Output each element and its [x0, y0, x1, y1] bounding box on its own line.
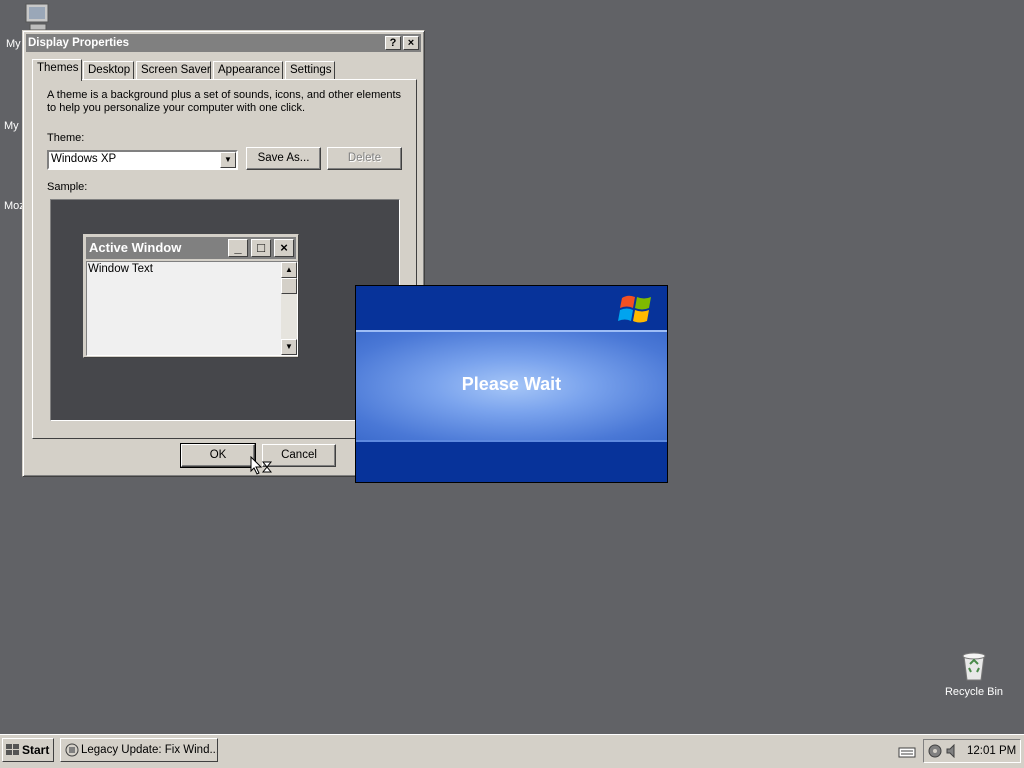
network-icon[interactable]	[928, 744, 942, 758]
system-tray: 12:01 PM	[923, 739, 1021, 763]
tab-desktop[interactable]: Desktop	[83, 61, 134, 80]
scroll-thumb	[281, 278, 297, 294]
windows-logo-icon	[618, 295, 651, 323]
theme-select-value: Windows XP	[51, 153, 117, 165]
save-as-button[interactable]: Save As...	[246, 147, 321, 170]
taskbar: Start Legacy Update: Fix Wind... 12:01 P…	[0, 734, 1024, 768]
busy-cursor-icon	[250, 456, 273, 475]
recycle-bin-icon	[962, 652, 986, 681]
recycle-bin-label: Recycle Bin	[944, 686, 1004, 698]
tab-appearance[interactable]: Appearance	[213, 61, 283, 80]
delete-button[interactable]: Delete	[327, 147, 402, 170]
sample-window-title: Active Window	[89, 240, 182, 255]
themes-description: A theme is a background plus a set of so…	[47, 89, 402, 114]
please-wait-dialog: Please Wait	[355, 285, 668, 483]
window-titlebar[interactable]: Display Properties ? ×	[26, 34, 421, 52]
my-computer-icon	[25, 3, 49, 31]
tab-settings[interactable]: Settings	[285, 61, 335, 80]
sample-label: Sample:	[47, 181, 88, 193]
taskbar-item-label: Legacy Update: Fix Wind...	[81, 744, 218, 756]
sample-window-body: Window Text ▲ ▼	[86, 261, 298, 356]
desktop-icon-my-computer[interactable]	[22, 3, 56, 33]
theme-label: Theme:	[47, 132, 85, 144]
maximize-icon: □	[251, 239, 271, 257]
minimize-icon: _	[228, 239, 248, 257]
window-title: Display Properties	[28, 37, 129, 49]
close-icon: ×	[274, 239, 294, 257]
desktop-icon-recycle-bin[interactable]: Recycle Bin	[940, 648, 1008, 700]
theme-sample-preview: Active Window _ □ × Window Text ▲ ▼	[50, 199, 400, 421]
please-wait-text: Please Wait	[461, 374, 562, 394]
chevron-down-icon[interactable]: ▼	[220, 152, 236, 168]
help-button[interactable]: ?	[385, 36, 401, 50]
ok-button[interactable]: OK	[180, 443, 256, 468]
theme-select[interactable]: Windows XP ▼	[47, 150, 238, 170]
clock[interactable]: 12:01 PM	[967, 740, 1016, 762]
scroll-down-icon: ▼	[281, 339, 297, 355]
tab-themes[interactable]: Themes	[32, 59, 82, 81]
windows-logo-icon	[6, 744, 19, 755]
sample-window-titlebar: Active Window _ □ ×	[86, 237, 296, 259]
sample-active-window: Active Window _ □ × Window Text ▲ ▼	[83, 234, 299, 358]
taskbar-item-legacy-update[interactable]: Legacy Update: Fix Wind...	[60, 738, 218, 762]
tab-screen-saver[interactable]: Screen Saver	[136, 61, 211, 80]
legacy-update-icon	[65, 743, 79, 757]
volume-icon[interactable]	[946, 744, 960, 758]
start-button[interactable]: Start	[2, 738, 54, 762]
scroll-up-icon: ▲	[281, 262, 297, 278]
start-label: Start	[22, 743, 50, 757]
sample-scrollbar: ▲ ▼	[281, 262, 297, 355]
desktop-icon-label: My	[6, 38, 21, 50]
close-button[interactable]: ×	[403, 36, 419, 50]
keyboard-icon[interactable]	[898, 745, 916, 759]
sample-window-text: Window Text	[88, 263, 153, 275]
